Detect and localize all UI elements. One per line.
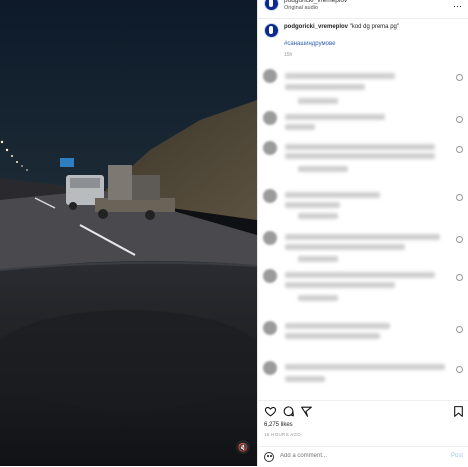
add-comment-input[interactable] [280, 453, 430, 459]
blurred-comment-meta [298, 98, 338, 104]
list-item [258, 66, 468, 106]
comment-icon[interactable] [282, 405, 295, 418]
blurred-comment-text [285, 124, 315, 130]
post-timestamp: 15 HOURS AGO [264, 432, 302, 437]
mute-icon[interactable]: 🔇 [236, 440, 250, 454]
blurred-comment-text [285, 234, 440, 240]
list-item [258, 358, 468, 398]
audio-label[interactable]: Original audio [284, 5, 318, 11]
comment-like-icon[interactable] [456, 366, 463, 373]
avatar[interactable] [263, 141, 277, 155]
video-frame [0, 0, 257, 466]
comment-like-icon[interactable] [456, 116, 463, 123]
caption-body: "kod dg prema pg" [349, 24, 399, 30]
list-item [258, 186, 468, 226]
caption-avatar[interactable] [264, 23, 279, 38]
comment-like-icon[interactable] [456, 274, 463, 281]
hashtag-link[interactable]: #санашиндрумове [284, 41, 335, 47]
comment-like-icon[interactable] [456, 74, 463, 81]
list-item [258, 266, 468, 306]
header-username[interactable]: podgoricki_vremeplov [284, 0, 347, 4]
blurred-comment-text [285, 333, 380, 339]
blurred-comment-text [285, 364, 445, 370]
blurred-comment-meta [298, 213, 338, 219]
caption-text: podgoricki_vremeplov "kod dg prema pg" [284, 24, 399, 30]
blurred-comment-text [285, 244, 405, 250]
avatar[interactable] [263, 189, 277, 203]
list-item [258, 138, 468, 178]
likes-count[interactable]: 6,275 likes [264, 422, 293, 428]
comment-like-icon[interactable] [456, 326, 463, 333]
caption-username[interactable]: podgoricki_vremeplov [284, 24, 348, 30]
avatar[interactable] [263, 269, 277, 283]
comment-list[interactable] [258, 62, 468, 397]
post-header: podgoricki_vremeplov Original audio ⋯ [258, 0, 468, 19]
action-bar [258, 400, 468, 421]
share-icon[interactable] [300, 405, 313, 418]
avatar[interactable] [264, 0, 279, 11]
avatar[interactable] [263, 321, 277, 335]
comment-like-icon[interactable] [456, 146, 463, 153]
blurred-comment-meta [298, 256, 338, 262]
avatar[interactable] [263, 111, 277, 125]
blurred-comment-text [285, 84, 365, 90]
video-player[interactable]: 🔇 [0, 0, 257, 466]
list-item [258, 318, 468, 358]
comment-like-icon[interactable] [456, 236, 463, 243]
avatar[interactable] [263, 69, 277, 83]
emoji-icon[interactable] [264, 452, 274, 462]
more-icon[interactable]: ⋯ [453, 1, 463, 12]
blurred-comment-text [285, 202, 340, 208]
add-comment-bar: Post [258, 446, 468, 467]
blurred-comment-text [285, 272, 435, 278]
blurred-comment-text [285, 192, 380, 198]
blurred-comment-text [285, 376, 325, 382]
blurred-comment-meta [298, 295, 338, 301]
blurred-comment-text [285, 153, 435, 159]
avatar[interactable] [263, 361, 277, 375]
avatar[interactable] [263, 231, 277, 245]
blurred-comment-text [285, 282, 395, 288]
comment-like-icon[interactable] [456, 194, 463, 201]
post-panel: podgoricki_vremeplov Original audio ⋯ po… [257, 0, 468, 466]
post-button[interactable]: Post [451, 453, 463, 459]
heart-icon[interactable] [264, 405, 277, 418]
blurred-comment-text [285, 114, 385, 120]
blurred-comment-text [285, 323, 390, 329]
list-item [258, 228, 468, 268]
bookmark-icon[interactable] [452, 405, 465, 418]
blurred-comment-text [285, 73, 395, 79]
blurred-comment-meta [298, 166, 348, 172]
blurred-comment-text [285, 144, 435, 150]
caption-time: 15h [284, 52, 293, 58]
